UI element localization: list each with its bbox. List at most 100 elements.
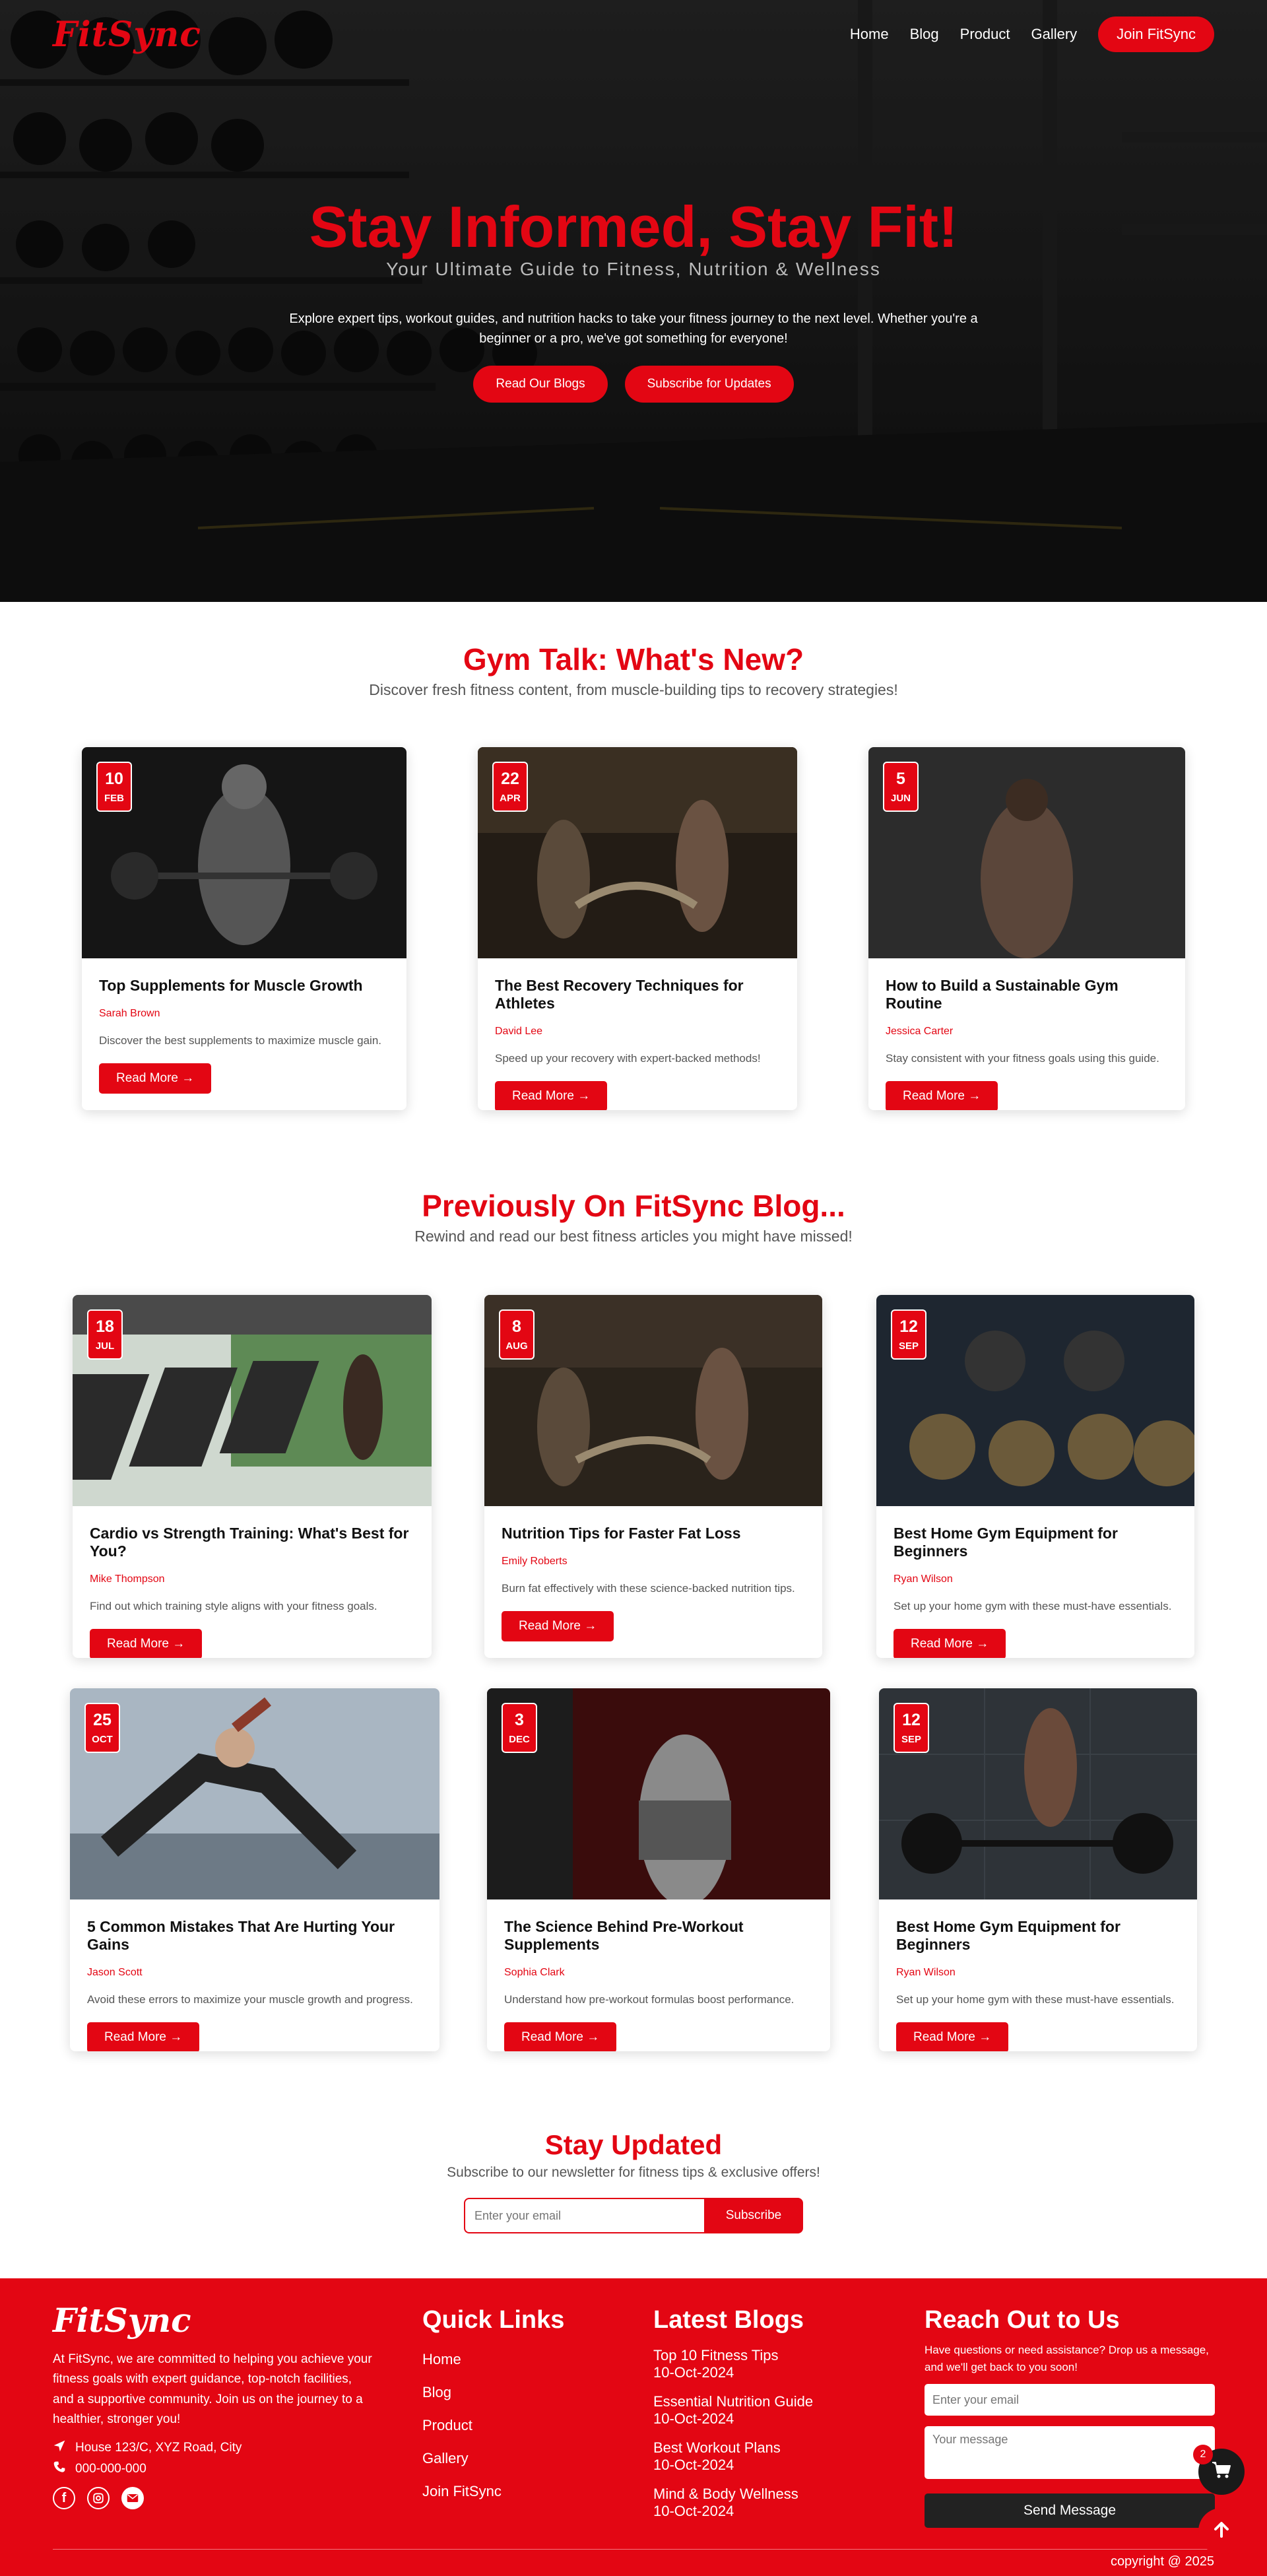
date-badge: 18 JUL (87, 1309, 123, 1360)
blog-card: 5 JUN How to Build a Sustainable Gym Rout… (868, 747, 1185, 1110)
read-more-button[interactable]: Read More → (504, 2022, 617, 2051)
card-image[interactable]: 25 OCT (70, 1688, 439, 1899)
subscribe-updates-button[interactable]: Subscribe for Updates (624, 366, 794, 403)
date-badge: 5 JUN (883, 762, 919, 812)
date-badge: 10 FEB (96, 762, 132, 812)
social-links: f (53, 2487, 144, 2509)
card-image[interactable]: 12 SEP (879, 1688, 1197, 1899)
blog-card: 22 APR The Best Recovery Techniques for A… (478, 747, 797, 1110)
card-image[interactable]: 3 DEC (487, 1688, 830, 1899)
blog-card: 12 SEP Best Home Gym Equipment for Beginn… (876, 1295, 1194, 1658)
blog-card: 18 JUL Cardio vs Strength Training: What'… (73, 1295, 432, 1658)
read-more-button[interactable]: Read More → (502, 1611, 614, 1641)
card-image[interactable]: 5 JUN (868, 747, 1185, 958)
quick-link-blog[interactable]: Blog (422, 2384, 502, 2401)
card-author: Jessica Carter (886, 1026, 954, 1037)
facebook-icon[interactable]: f (53, 2487, 75, 2509)
read-more-button[interactable]: Read More → (893, 1629, 1006, 1658)
email-icon[interactable] (121, 2487, 144, 2509)
section-title: Previously On FitSync Blog... (422, 1189, 845, 1223)
card-author: Sophia Clark (504, 1967, 565, 1978)
card-image (73, 1295, 432, 1506)
hero-subtitle: Your Ultimate Guide to Fitness, Nutritio… (386, 259, 881, 279)
card-author: Ryan Wilson (893, 1573, 953, 1585)
card-author: Jason Scott (87, 1967, 143, 1978)
card-image (487, 1688, 830, 1899)
blog-card: 8 AUG Nutrition Tips for Faster Fat Loss … (484, 1295, 822, 1658)
card-image[interactable]: 12 SEP (876, 1295, 1194, 1506)
latest-blog-item[interactable]: Best Workout Plans 10-Oct-2024 (653, 2439, 813, 2474)
hero-description: Explore expert tips, workout guides, and… (289, 312, 978, 346)
nav-link-blog[interactable]: Blog (910, 26, 939, 43)
card-title[interactable]: Top Supplements for Muscle Growth (99, 977, 389, 995)
phone-icon (53, 2460, 66, 2478)
latest-blogs-list: Top 10 Fitness Tips 10-Oct-2024 Essential… (653, 2347, 813, 2532)
card-title[interactable]: How to Build a Sustainable Gym Routine (886, 977, 1168, 1012)
footer-phone: 000-000-000 (53, 2460, 146, 2478)
contact-message-input[interactable] (925, 2426, 1215, 2479)
nav-links: Home Blog Product Gallery Join FitSync (850, 17, 1214, 52)
date-badge: 8 AUG (499, 1309, 535, 1360)
latest-blog-item[interactable]: Essential Nutrition Guide 10-Oct-2024 (653, 2393, 813, 2427)
date-badge: 3 DEC (502, 1703, 537, 1753)
card-author: Ryan Wilson (896, 1967, 956, 1978)
read-more-button[interactable]: Read More → (90, 1629, 203, 1658)
newsletter-form: Subscribe (0, 2198, 1267, 2233)
quick-link-home[interactable]: Home (422, 2351, 502, 2368)
contact-email-input[interactable] (925, 2384, 1215, 2416)
card-image[interactable]: 8 AUG (484, 1295, 822, 1506)
latest-blog-item[interactable]: Top 10 Fitness Tips 10-Oct-2024 (653, 2347, 813, 2381)
card-excerpt: Discover the best supplements to maximiz… (99, 1034, 382, 1047)
card-excerpt: Set up your home gym with these must-hav… (896, 1993, 1175, 2006)
read-more-button[interactable]: Read More → (896, 2022, 1009, 2051)
newsletter-email-input[interactable] (464, 2198, 704, 2233)
blog-card: 3 DEC The Science Behind Pre-Workout Supp… (487, 1688, 830, 2051)
nav-link-home[interactable]: Home (850, 26, 889, 43)
section-subtitle: Discover fresh fitness content, from mus… (369, 681, 898, 698)
card-image[interactable]: 10 FEB (82, 747, 406, 958)
card-title[interactable]: 5 Common Mistakes That Are Hurting Your … (87, 1918, 422, 1954)
footer-logo[interactable]: FitSync (53, 2301, 191, 2340)
read-blogs-button[interactable]: Read Our Blogs (473, 366, 608, 403)
card-title[interactable]: Best Home Gym Equipment for Beginners (893, 1525, 1177, 1560)
read-more-button[interactable]: Read More → (495, 1081, 608, 1110)
previous-section: Previously On FitSync Blog... Rewind and… (0, 1188, 1267, 1245)
read-more-button[interactable]: Read More → (99, 1063, 212, 1094)
scroll-to-top-button[interactable] (1198, 2508, 1245, 2554)
section-title: Gym Talk: What's New? (463, 642, 804, 677)
brand-logo[interactable]: FitSync (53, 15, 201, 55)
latest-blog-item[interactable]: Mind & Body Wellness 10-Oct-2024 (653, 2486, 813, 2520)
join-fitsync-button[interactable]: Join FitSync (1098, 17, 1214, 52)
footer: FitSync At FitSync, we are committed to … (0, 2278, 1267, 2576)
gym-talk-section: Gym Talk: What's New? Discover fresh fit… (0, 642, 1267, 699)
quick-link-gallery[interactable]: Gallery (422, 2450, 502, 2467)
blog-card: 12 SEP Best Home Gym Equipment for Beginn… (879, 1688, 1197, 2051)
card-title[interactable]: Cardio vs Strength Training: What's Best… (90, 1525, 414, 1560)
card-title[interactable]: Nutrition Tips for Faster Fat Loss (502, 1525, 805, 1542)
card-image (70, 1688, 439, 1899)
nav-link-gallery[interactable]: Gallery (1031, 26, 1077, 43)
card-title[interactable]: The Science Behind Pre-Workout Supplemen… (504, 1918, 813, 1954)
card-author: David Lee (495, 1026, 543, 1037)
card-excerpt: Understand how pre-workout formulas boos… (504, 1993, 795, 2006)
card-image[interactable]: 22 APR (478, 747, 797, 958)
quick-link-join[interactable]: Join FitSync (422, 2483, 502, 2500)
cart-button[interactable]: 2 (1193, 2445, 1245, 2495)
card-title[interactable]: Best Home Gym Equipment for Beginners (896, 1918, 1180, 1954)
latest-blogs-title: Latest Blogs (653, 2306, 804, 2334)
quick-link-product[interactable]: Product (422, 2417, 502, 2434)
read-more-button[interactable]: Read More → (87, 2022, 200, 2051)
read-more-button[interactable]: Read More → (886, 1081, 998, 1110)
card-image[interactable]: 18 JUL (73, 1295, 432, 1506)
card-excerpt: Stay consistent with your fitness goals … (886, 1052, 1159, 1065)
date-badge: 25 OCT (84, 1703, 120, 1753)
newsletter-subtitle: Subscribe to our newsletter for fitness … (447, 2165, 820, 2180)
instagram-icon[interactable] (87, 2487, 110, 2509)
subscribe-button[interactable]: Subscribe (704, 2198, 803, 2233)
nav-link-product[interactable]: Product (960, 26, 1010, 43)
card-image (484, 1295, 822, 1506)
send-message-button[interactable]: Send Message (925, 2493, 1215, 2528)
hero-buttons: Read Our Blogs Subscribe for Updates (0, 366, 1267, 403)
card-author: Mike Thompson (90, 1573, 165, 1585)
card-title[interactable]: The Best Recovery Techniques for Athlete… (495, 977, 780, 1012)
